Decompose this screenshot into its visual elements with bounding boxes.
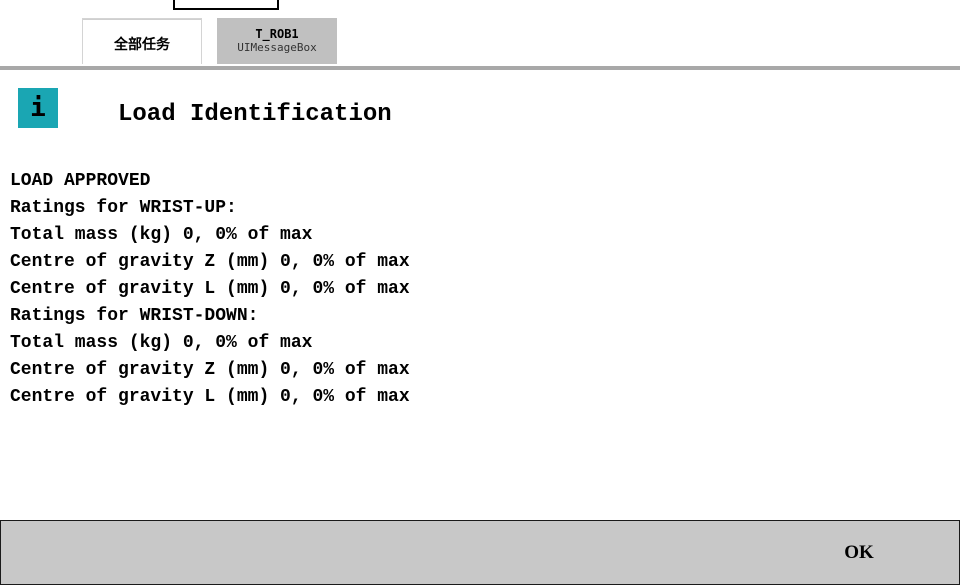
info-icon: i (18, 88, 58, 128)
tab-t-rob1-title: T_ROB1 (255, 27, 299, 41)
dialog-title: Load Identification (118, 101, 392, 128)
message-line: Total mass (kg) 0, 0% of max (10, 333, 313, 353)
tab-t-rob1[interactable]: T_ROB1 UIMessageBox (217, 18, 337, 64)
tab-connector-line (173, 0, 279, 10)
tab-divider (0, 66, 960, 70)
message-line: LOAD APPROVED (10, 171, 151, 191)
message-box-window: 全部任务 T_ROB1 UIMessageBox i Load Identifi… (0, 0, 960, 585)
info-icon-glyph: i (30, 93, 46, 123)
message-line: Centre of gravity L (mm) 0, 0% of max (10, 387, 410, 407)
tab-t-rob1-subtitle: UIMessageBox (237, 41, 317, 54)
ok-button[interactable]: OK (799, 521, 919, 584)
message-body: LOAD APPROVED Ratings for WRIST-UP: Tota… (10, 168, 950, 411)
button-bar: OK (0, 520, 960, 585)
message-line: Ratings for WRIST-UP: (10, 198, 237, 218)
message-line: Centre of gravity Z (mm) 0, 0% of max (10, 360, 410, 380)
message-line: Total mass (kg) 0, 0% of max (10, 225, 313, 245)
tab-all-tasks[interactable]: 全部任务 (82, 18, 202, 64)
tab-all-tasks-label: 全部任务 (114, 36, 170, 53)
message-line: Centre of gravity L (mm) 0, 0% of max (10, 279, 410, 299)
message-line: Ratings for WRIST-DOWN: (10, 306, 259, 326)
message-line: Centre of gravity Z (mm) 0, 0% of max (10, 252, 410, 272)
